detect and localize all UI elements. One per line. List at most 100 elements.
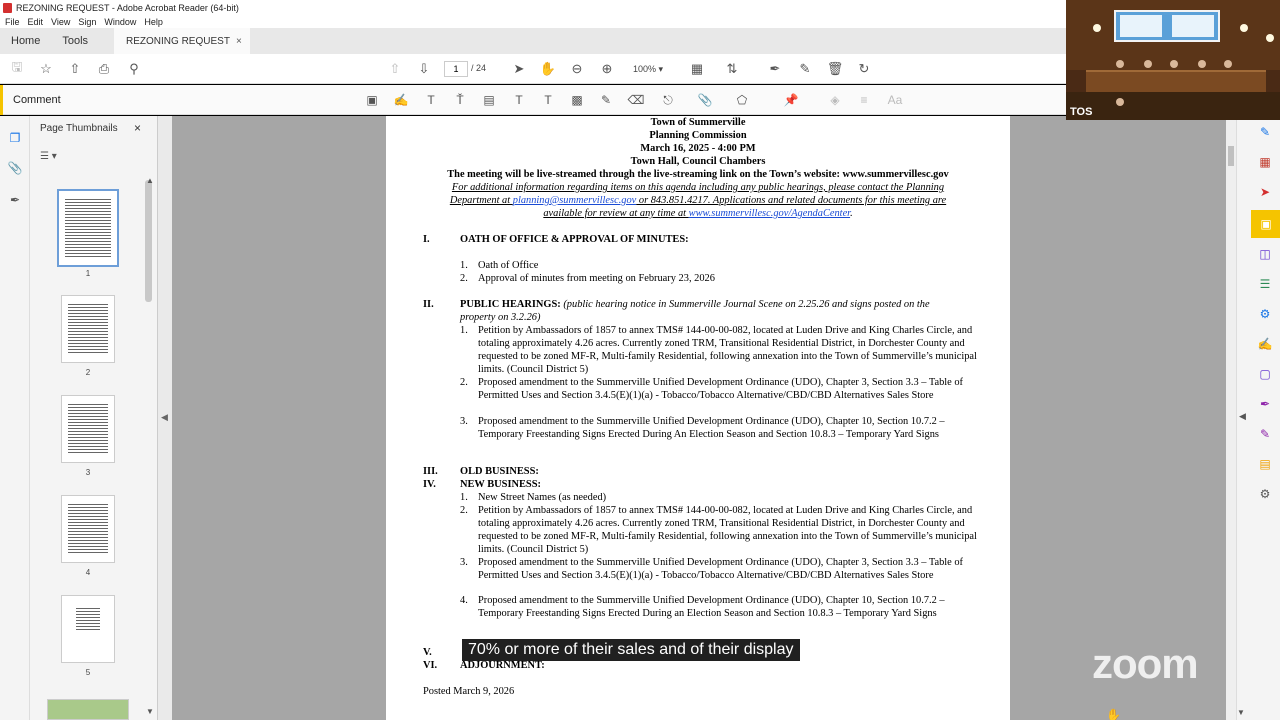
request-signatures-icon[interactable]: ✒ (1257, 396, 1273, 412)
section-title: PUBLIC HEARINGS: (460, 299, 561, 310)
info-text: Department at (449, 195, 513, 206)
highlight-icon[interactable]: ✍ (393, 92, 409, 108)
combine-files-icon[interactable]: ◫ (1257, 246, 1273, 262)
font-size-button[interactable]: Aa (884, 92, 906, 108)
header-line: Planning Commission (649, 130, 747, 141)
more-tools-icon[interactable]: ⚙ (1257, 486, 1273, 502)
scrollbar-thumb[interactable] (1228, 146, 1234, 166)
menu-help[interactable]: Help (144, 17, 163, 27)
scroll-down-icon[interactable]: ▼ (1237, 708, 1245, 717)
collapse-rail-icon[interactable]: ◀ (1239, 411, 1246, 422)
attach-file-icon[interactable]: 📎 (697, 92, 713, 108)
thumbnail-content (68, 504, 108, 554)
left-nav-rail: ❐ 📎 ✒ (0, 116, 30, 720)
protect-icon[interactable]: ▢ (1257, 366, 1273, 382)
video-light (1240, 24, 1248, 32)
fill-sign-icon[interactable]: ✍ (1257, 336, 1273, 352)
screen: REZONING REQUEST - Adobe Acrobat Reader … (0, 0, 1280, 720)
title-bar: REZONING REQUEST - Adobe Acrobat Reader … (0, 0, 1066, 15)
document-scrollbar[interactable] (1226, 116, 1236, 720)
attachments-paperclip-icon[interactable]: 📎 (7, 160, 23, 176)
bookmark-star-icon[interactable]: ☆ (37, 60, 55, 78)
page-thumbnails-icon[interactable]: ❐ (7, 130, 23, 146)
hand-tool-icon[interactable]: ✋ (539, 60, 557, 78)
menu-sign[interactable]: Sign (78, 17, 96, 27)
edit-text-icon[interactable]: ✎ (796, 60, 814, 78)
rotate-icon[interactable]: ↻ (855, 60, 873, 78)
zoom-out-icon[interactable]: ⊖ (568, 60, 586, 78)
page-number-input[interactable]: 1 (444, 61, 468, 77)
upload-cloud-icon[interactable]: ⇧ (66, 60, 84, 78)
tab-tools[interactable]: Tools (51, 28, 99, 54)
insert-text-icon[interactable]: T (511, 92, 527, 108)
stamp-icon[interactable]: ⎋ (660, 92, 676, 108)
thumbnail-page-5[interactable] (61, 595, 115, 663)
thumbnail-page-6[interactable] (47, 699, 129, 720)
agenda-center-link[interactable]: www.summervillesc.gov/AgendaCenter (689, 208, 850, 219)
zoom-in-icon[interactable]: ⊕ (598, 60, 616, 78)
line-weight-icon[interactable]: ≡ (856, 92, 872, 108)
page-display-icon[interactable]: ▦ (688, 60, 706, 78)
menu-window[interactable]: Window (104, 17, 136, 27)
list-number: 3. (460, 557, 468, 568)
thumbnail-scrollbar[interactable] (145, 180, 152, 302)
strikethrough-text-icon[interactable]: Ť (452, 92, 468, 108)
search-icon[interactable]: ⚲ (125, 60, 143, 78)
collapse-panel-icon[interactable]: ◀ (161, 412, 168, 423)
replace-text-icon[interactable]: ▤ (481, 92, 497, 108)
list-number: 2. (460, 505, 468, 516)
export-pdf-icon[interactable]: ➤ (1257, 184, 1273, 200)
enhance-scans-icon[interactable]: ⚙ (1257, 306, 1273, 322)
list-item: Oath of Office (478, 260, 539, 271)
sign-pen-icon[interactable]: ✒ (766, 60, 784, 78)
close-panel-icon[interactable]: × (134, 121, 141, 135)
draw-pencil-icon[interactable]: ✎ (598, 92, 614, 108)
pin-icon[interactable]: 📌 (783, 92, 799, 108)
delete-icon[interactable]: 🗑 (826, 60, 844, 78)
scroll-up-icon[interactable]: ▲ (146, 176, 154, 185)
thumbnail-options-icon[interactable]: ☰ ▾ (40, 151, 57, 162)
eraser-icon[interactable]: ⌫ (628, 92, 645, 108)
list-number: 4. (460, 595, 468, 606)
thumbnail-page-3[interactable] (61, 395, 115, 463)
prepare-form-icon[interactable]: ✎ (1257, 426, 1273, 442)
underline-text-icon[interactable]: T (423, 92, 439, 108)
shapes-icon[interactable]: ⬠ (734, 92, 750, 108)
edit-pdf-icon[interactable]: ☰ (1257, 276, 1273, 292)
comment-tool-icon[interactable]: ▣ (1251, 210, 1280, 238)
close-tab-icon[interactable]: × (236, 36, 242, 47)
planning-email-link[interactable]: planning@summervillesc.gov (513, 195, 637, 206)
send-for-review-icon[interactable]: ▤ (1257, 456, 1273, 472)
thumbnail-page-2[interactable] (61, 295, 115, 363)
next-page-icon[interactable]: ⇩ (415, 60, 433, 78)
save-icon[interactable]: 🖫 (8, 59, 26, 78)
info-line-1: For additional information regarding ite… (451, 182, 945, 193)
print-icon[interactable]: ⎙ (95, 60, 113, 78)
tab-document[interactable]: REZONING REQUEST × (114, 28, 250, 54)
menu-file[interactable]: File (5, 17, 20, 27)
scrolling-mode-icon[interactable]: ⇅ (723, 60, 741, 78)
thumbnail-page-1[interactable] (57, 189, 119, 267)
organize-pages-icon[interactable]: ▦ (1257, 154, 1273, 170)
section-number: II. (423, 299, 434, 310)
section-number: IV. (423, 479, 436, 490)
list-item: New Street Names (as needed) (478, 492, 607, 503)
create-pdf-icon[interactable]: ✎ (1257, 124, 1273, 140)
previous-page-icon[interactable]: ⇧ (386, 60, 404, 78)
panel-splitter[interactable]: ◀ (158, 116, 172, 720)
list-number: 2. (460, 377, 468, 388)
thumbnail-page-4[interactable] (61, 495, 115, 563)
zoom-level-select[interactable]: 100% ▾ (628, 61, 672, 77)
fill-color-icon[interactable]: ◈ (827, 92, 843, 108)
scroll-down-icon[interactable]: ▼ (146, 707, 154, 716)
sticky-note-icon[interactable]: ▣ (364, 92, 380, 108)
add-text-icon[interactable]: T (540, 92, 556, 108)
section-heading: PUBLIC HEARINGS: (public hearing notice … (460, 298, 930, 311)
tab-home[interactable]: Home (0, 28, 51, 54)
signatures-icon[interactable]: ✒ (7, 192, 23, 208)
thumbnail-content (76, 608, 100, 632)
menu-edit[interactable]: Edit (28, 17, 44, 27)
menu-view[interactable]: View (51, 17, 70, 27)
select-cursor-icon[interactable]: ➤ (510, 60, 528, 78)
text-box-icon[interactable]: ▩ (569, 92, 585, 108)
